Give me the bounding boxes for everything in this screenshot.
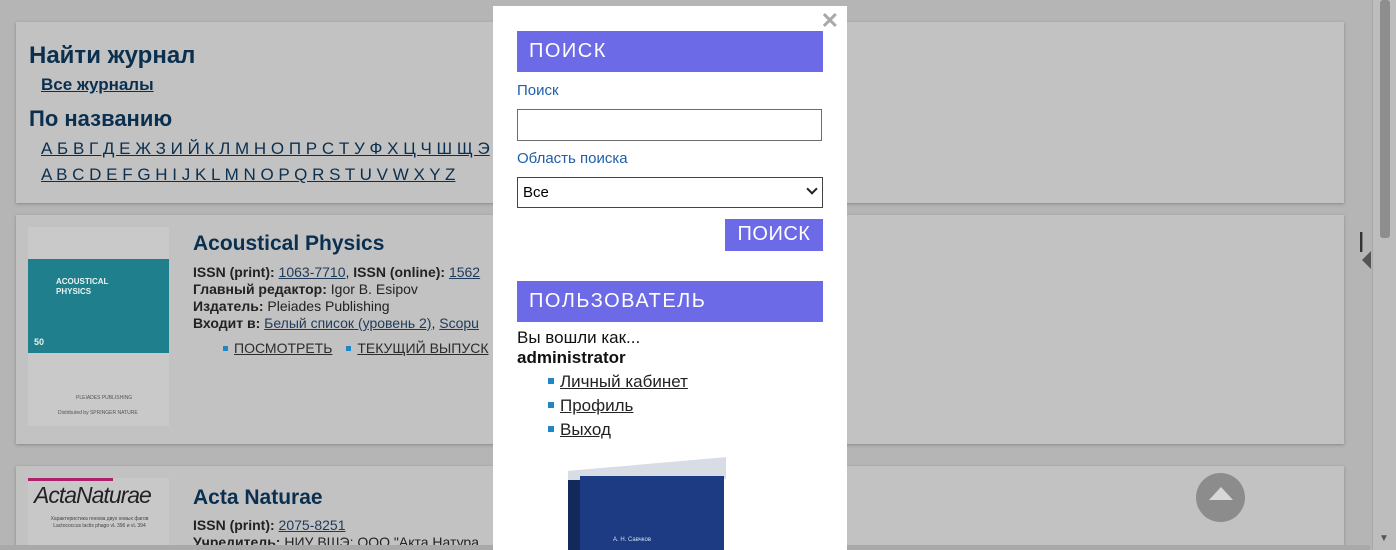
alphabet-en-letters[interactable]: A B C D E F G H I J K L M N O P Q R S T … <box>41 165 455 184</box>
current-issue-link[interactable]: ТЕКУЩИЙ ВЫПУСК <box>357 340 488 356</box>
cover-logo: ActaNaturae <box>34 482 152 508</box>
editor-label: Главный редактор: <box>193 281 327 297</box>
journal-title[interactable]: Acoustical Physics <box>193 232 384 256</box>
cover-distributed: Distributed by SPRINGER NATURE <box>58 410 138 416</box>
search-area-label: Область поиска <box>517 150 628 167</box>
search-area-value: Все <box>523 184 549 201</box>
publisher-value: Pleiades Publishing <box>267 298 390 314</box>
scrollbar-thumb[interactable] <box>1380 0 1390 238</box>
all-journals-link[interactable]: Все журналы <box>41 75 154 95</box>
logged-in-info: Вы вошли как... administrator <box>517 328 640 368</box>
alphabet-ru-letters[interactable]: А Б В Г Д Е Ж З И Й К Л М Н О П Р С Т У … <box>41 139 490 158</box>
issn-print-link[interactable]: 1063-7710 <box>279 264 346 280</box>
included-label: Входит в: <box>193 315 261 331</box>
whitelist-link[interactable]: Белый список (уровень 2) <box>264 315 431 331</box>
cover-volume: 50 <box>34 337 45 347</box>
journal-actions: ПОСМОТРЕТЬ ТЕКУЩИЙ ВЫПУСК <box>223 340 499 356</box>
book-image[interactable]: А. Н. Савчков <box>568 457 726 550</box>
close-icon[interactable]: ✕ <box>821 8 839 34</box>
personal-cabinet-link[interactable]: Личный кабинет <box>560 372 688 391</box>
alphabet-en[interactable]: A B C D E F G H I J K L M N O P Q R S T … <box>41 165 459 185</box>
cover-band: ACOUSTICAL PHYSICS 50 <box>28 259 169 353</box>
page-scrollbar[interactable]: ▼ <box>1372 0 1396 550</box>
publisher-label: Издатель: <box>193 298 264 314</box>
bullet-icon <box>223 345 228 351</box>
by-name-title: По названию <box>29 106 173 131</box>
scopus-link[interactable]: Scopu <box>439 315 479 331</box>
search-area-select[interactable]: Все <box>517 177 823 208</box>
cover-publisher: PLEIADES PUBLISHING <box>76 395 133 401</box>
alphabet-ru[interactable]: А Б В Г Д Е Ж З И Й К Л М Н О П Р С Т У … <box>41 139 494 159</box>
logout-link[interactable]: Выход <box>560 420 611 439</box>
issn-print-link[interactable]: 2075-8251 <box>279 517 346 533</box>
bullet-icon <box>548 402 554 409</box>
issn-print-label: ISSN (print): <box>193 517 275 533</box>
journal-cover[interactable]: ACOUSTICAL PHYSICS 50 PLEIADES PUBLISHIN… <box>28 227 169 426</box>
bullet-icon <box>346 345 352 351</box>
side-marker <box>1360 232 1363 252</box>
user-links: Личный кабинет Профиль Выход <box>548 370 688 442</box>
search-block-header: ПОИСК <box>517 31 823 72</box>
journal-title[interactable]: Acta Naturae <box>193 486 323 510</box>
issn-online-label: ISSN (online): <box>353 264 446 280</box>
editor-value: Igor B. Esipov <box>330 281 418 297</box>
book-author: А. Н. Савчков <box>613 537 652 543</box>
bullet-icon <box>548 426 554 433</box>
issn-online-link[interactable]: 1562 <box>449 264 480 280</box>
list-item: Профиль <box>548 394 688 418</box>
journal-meta: ISSN (print): 1063-7710, ISSN (online): … <box>193 264 481 331</box>
book-front <box>580 476 724 550</box>
search-button[interactable]: ПОИСК <box>725 219 823 251</box>
cover-accent-bar <box>28 478 113 481</box>
view-link[interactable]: ПОСМОТРЕТЬ <box>234 340 332 356</box>
list-item: Выход <box>548 418 688 442</box>
book-spine <box>568 480 580 550</box>
search-input[interactable] <box>517 109 822 141</box>
user-block-header: ПОЛЬЗОВАТЕЛЬ <box>517 281 823 322</box>
chevron-down-icon <box>806 183 818 195</box>
find-journal-title: Найти журнал <box>29 42 196 69</box>
journal-cover[interactable]: ActaNaturae Характеристика генома двух н… <box>28 478 169 550</box>
cover-subtitle: Характеристика генома двух новых фагов L… <box>50 516 149 529</box>
side-collapse-icon[interactable] <box>1362 251 1371 269</box>
username: administrator <box>517 348 626 367</box>
scroll-to-top-button[interactable] <box>1196 473 1245 522</box>
bullet-icon <box>548 378 554 385</box>
search-modal: ✕ ПОИСК Поиск Область поиска Все ПОИСК П… <box>493 6 847 550</box>
search-label: Поиск <box>517 82 559 99</box>
logged-in-as-label: Вы вошли как... <box>517 328 641 347</box>
cover-title: ACOUSTICAL PHYSICS <box>56 277 109 296</box>
scroll-down-icon[interactable]: ▼ <box>1379 533 1389 544</box>
profile-link[interactable]: Профиль <box>560 396 633 415</box>
list-item: Личный кабинет <box>548 370 688 394</box>
issn-print-label: ISSN (print): <box>193 264 275 280</box>
